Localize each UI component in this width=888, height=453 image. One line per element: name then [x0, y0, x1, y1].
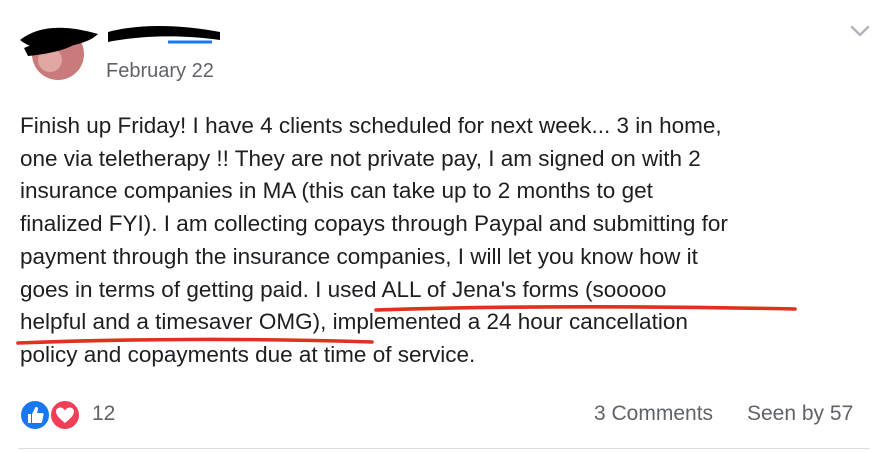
comments-link[interactable]: 3 Comments: [594, 402, 713, 426]
reaction-count[interactable]: 12: [92, 402, 115, 426]
love-icon: [49, 399, 81, 431]
seen-by[interactable]: Seen by 57: [747, 402, 853, 426]
highlight-underlines: [16, 305, 797, 345]
like-icon: [19, 399, 51, 431]
reactions[interactable]: [18, 398, 84, 432]
divider: [18, 448, 870, 449]
